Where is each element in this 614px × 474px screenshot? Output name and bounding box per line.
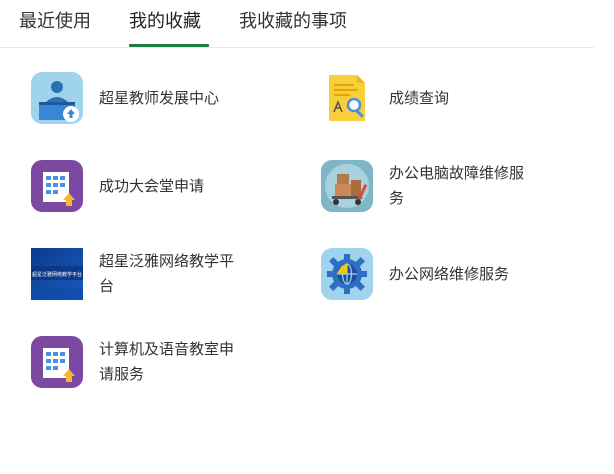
app-item-teacher-development[interactable]: 超星教师发展中心: [31, 72, 271, 128]
app-item-auditorium-application[interactable]: 成功大会堂申请: [31, 160, 271, 216]
app-item-network-repair[interactable]: 办公网络维修服务: [321, 248, 561, 304]
app-item-pc-repair[interactable]: 办公电脑故障维修服务: [321, 160, 561, 216]
tab-favorite-matters[interactable]: 我收藏的事项: [239, 9, 347, 35]
app-label: 计算机及语音教室申请服务: [99, 340, 235, 383]
tab-recent[interactable]: 最近使用: [19, 9, 91, 35]
document-search-icon: [321, 72, 373, 124]
banner-text: 超星泛雅网络教学平台: [32, 271, 82, 278]
repair-cart-icon: [321, 160, 373, 212]
tab-my-favorites[interactable]: 我的收藏: [129, 9, 201, 35]
app-label: 办公网络维修服务: [389, 264, 510, 283]
app-item-computer-lab-application[interactable]: 计算机及语音教室申请服务: [31, 336, 271, 392]
tab-bar: 最近使用 我的收藏 我收藏的事项: [0, 0, 594, 48]
active-tab-indicator: [129, 44, 209, 47]
app-label: 超星泛雅网络教学平台: [99, 252, 235, 295]
platform-banner-icon: 超星泛雅网络教学平台: [31, 248, 83, 300]
app-item-grade-query[interactable]: 成绩查询: [321, 72, 561, 128]
app-label: 成绩查询: [389, 88, 450, 107]
app-label: 成功大会堂申请: [99, 176, 205, 195]
building-upload-icon: [31, 336, 83, 388]
app-label: 超星教师发展中心: [99, 88, 220, 107]
app-label: 办公电脑故障维修服务: [389, 164, 525, 207]
teacher-podium-icon: [31, 72, 83, 124]
gear-globe-icon: [321, 248, 373, 300]
app-item-fanya-platform[interactable]: 超星泛雅网络教学平台 超星泛雅网络教学平台: [31, 248, 271, 304]
building-upload-icon: [31, 160, 83, 212]
